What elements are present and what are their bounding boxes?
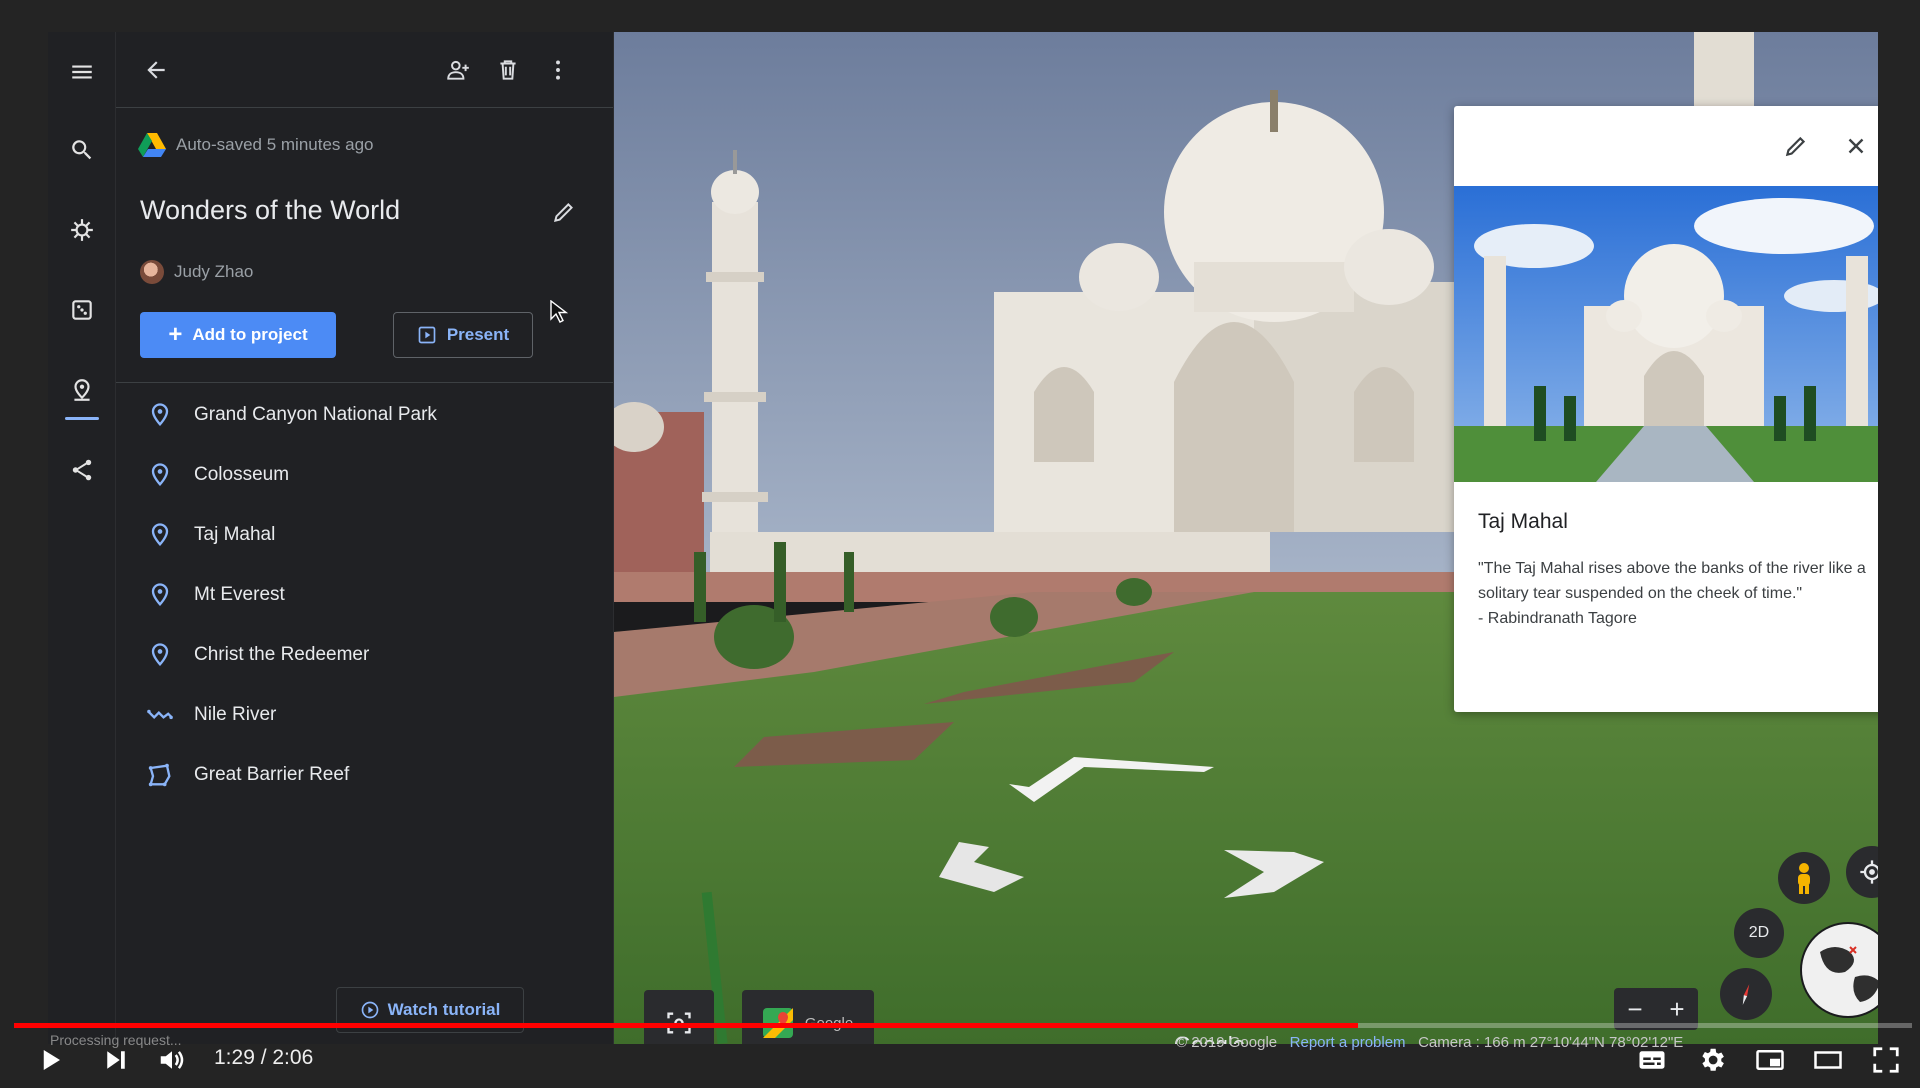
add-person-icon[interactable]: [440, 52, 476, 88]
place-name: Mt Everest: [194, 584, 285, 605]
place-item-mt-everest[interactable]: Mt Everest: [116, 565, 613, 625]
video-progress-bar[interactable]: [14, 1023, 1912, 1028]
card-quote: "The Taj Mahal rises above the banks of …: [1478, 560, 1866, 602]
copyright-text: © 2019 Google: [1176, 1034, 1278, 1051]
theater-mode-button[interactable]: [1808, 1040, 1848, 1080]
play-icon: [43, 1050, 60, 1070]
toggle-2d-button[interactable]: 2D: [1734, 908, 1784, 958]
compass-button[interactable]: [1720, 968, 1772, 1020]
compass-icon: [1742, 984, 1750, 1005]
menu-icon[interactable]: [62, 52, 102, 92]
projects-icon[interactable]: [62, 370, 102, 420]
subtitles-icon: [1639, 1051, 1665, 1069]
present-icon: [418, 326, 436, 344]
plus-icon: +: [168, 321, 183, 348]
street-view-scene[interactable]: Taj Mahal "The Taj Mahal rises above the…: [614, 32, 1878, 1044]
panel-toolbar: [116, 32, 613, 108]
video-time: 1:29 / 2:06: [214, 1046, 314, 1069]
line-path-icon: [147, 709, 173, 720]
google-maps-chip[interactable]: Google: [742, 990, 874, 1044]
trash-icon[interactable]: [490, 52, 526, 88]
place-info-card: Taj Mahal "The Taj Mahal rises above the…: [1454, 106, 1878, 712]
card-citation: - Rabindranath Tagore: [1478, 610, 1637, 627]
place-name: Taj Mahal: [194, 524, 276, 545]
watch-tutorial-label: Watch tutorial: [387, 1000, 501, 1019]
edit-pencil-icon[interactable]: [1778, 128, 1814, 164]
place-marker-icon: [151, 583, 169, 607]
place-item-taj-mahal[interactable]: Taj Mahal: [116, 505, 613, 565]
settings-button[interactable]: [1692, 1040, 1732, 1080]
project-panel: Auto-saved 5 minutes ago Wonders of the …: [116, 32, 614, 1044]
video-frame: Auto-saved 5 minutes ago Wonders of the …: [0, 0, 1920, 1088]
place-name: Grand Canyon National Park: [194, 404, 437, 425]
volume-icon: [160, 1051, 184, 1069]
edit-title-pencil-icon[interactable]: [546, 194, 582, 230]
skip-next-icon: [107, 1051, 125, 1069]
pegman-icon: [1798, 863, 1810, 894]
panel-divider: [116, 382, 613, 383]
screenshot-button[interactable]: [644, 990, 714, 1044]
autosave-text: Auto-saved 5 minutes ago: [176, 135, 374, 154]
add-to-project-button[interactable]: + Add to project: [140, 312, 336, 358]
fullscreen-icon: [1873, 1047, 1899, 1073]
autosave-status: Auto-saved 5 minutes ago: [138, 132, 374, 158]
back-arrow-icon[interactable]: [138, 52, 174, 88]
place-item-grand-canyon[interactable]: Grand Canyon National Park: [116, 385, 613, 445]
map-attribution: © 2019 Google Report a problem Camera : …: [1176, 1034, 1683, 1051]
card-title: Taj Mahal: [1478, 510, 1568, 533]
next-button[interactable]: [96, 1040, 136, 1080]
minus-icon: −: [1627, 993, 1643, 1024]
place-marker-icon: [151, 403, 169, 427]
taj-mahal-photo: [1454, 186, 1878, 482]
add-to-project-label: Add to project: [192, 325, 308, 344]
subtitles-button[interactable]: [1632, 1040, 1672, 1080]
project-title: Wonders of the World: [140, 195, 401, 225]
places-list: Grand Canyon National Park Colosseum Taj…: [116, 385, 613, 805]
place-name: Nile River: [194, 704, 277, 725]
present-button[interactable]: Present: [393, 312, 533, 358]
google-drive-icon: [138, 133, 166, 157]
place-item-nile-river[interactable]: Nile River: [116, 685, 613, 745]
video-progress-played: [14, 1023, 1358, 1028]
gear-icon: [1702, 1048, 1724, 1071]
pegman-button[interactable]: [1778, 852, 1830, 904]
place-item-great-barrier-reef[interactable]: Great Barrier Reef: [116, 745, 613, 805]
place-marker-icon: [151, 643, 169, 667]
polygon-icon: [148, 763, 171, 787]
place-name: Great Barrier Reef: [194, 764, 350, 785]
present-label: Present: [446, 325, 510, 344]
plus-icon: +: [1669, 993, 1685, 1024]
place-marker-icon: [151, 463, 169, 487]
play-circle-icon: [361, 1001, 378, 1019]
miniplayer-button[interactable]: [1750, 1040, 1790, 1080]
play-button[interactable]: [30, 1040, 70, 1080]
avatar: [140, 260, 164, 284]
share-icon[interactable]: [62, 450, 102, 490]
volume-button[interactable]: [152, 1040, 192, 1080]
search-icon[interactable]: [62, 130, 102, 170]
place-name: Colosseum: [194, 464, 290, 485]
my-location-icon: [1860, 860, 1878, 884]
fullscreen-button[interactable]: [1866, 1040, 1906, 1080]
card-header: [1454, 106, 1878, 186]
card-description: "The Taj Mahal rises above the banks of …: [1478, 556, 1878, 631]
place-name: Christ the Redeemer: [194, 644, 370, 665]
voyager-icon[interactable]: [62, 210, 102, 250]
owner-name: Judy Zhao: [174, 262, 254, 281]
place-item-colosseum[interactable]: Colosseum: [116, 445, 613, 505]
report-problem-link[interactable]: Report a problem: [1290, 1034, 1406, 1051]
miniplayer-icon: [1756, 1050, 1784, 1070]
place-item-christ-the-redeemer[interactable]: Christ the Redeemer: [116, 625, 613, 685]
place-marker-icon: [151, 523, 169, 547]
feeling-lucky-icon[interactable]: [62, 290, 102, 330]
mouse-cursor-icon: [550, 300, 568, 323]
close-icon[interactable]: [1838, 128, 1874, 164]
nav-rail: [48, 32, 116, 1044]
more-vert-icon[interactable]: [540, 52, 576, 88]
theater-icon: [1814, 1051, 1842, 1069]
project-owner: Judy Zhao: [140, 260, 253, 284]
earth-app: Auto-saved 5 minutes ago Wonders of the …: [48, 32, 1878, 1044]
